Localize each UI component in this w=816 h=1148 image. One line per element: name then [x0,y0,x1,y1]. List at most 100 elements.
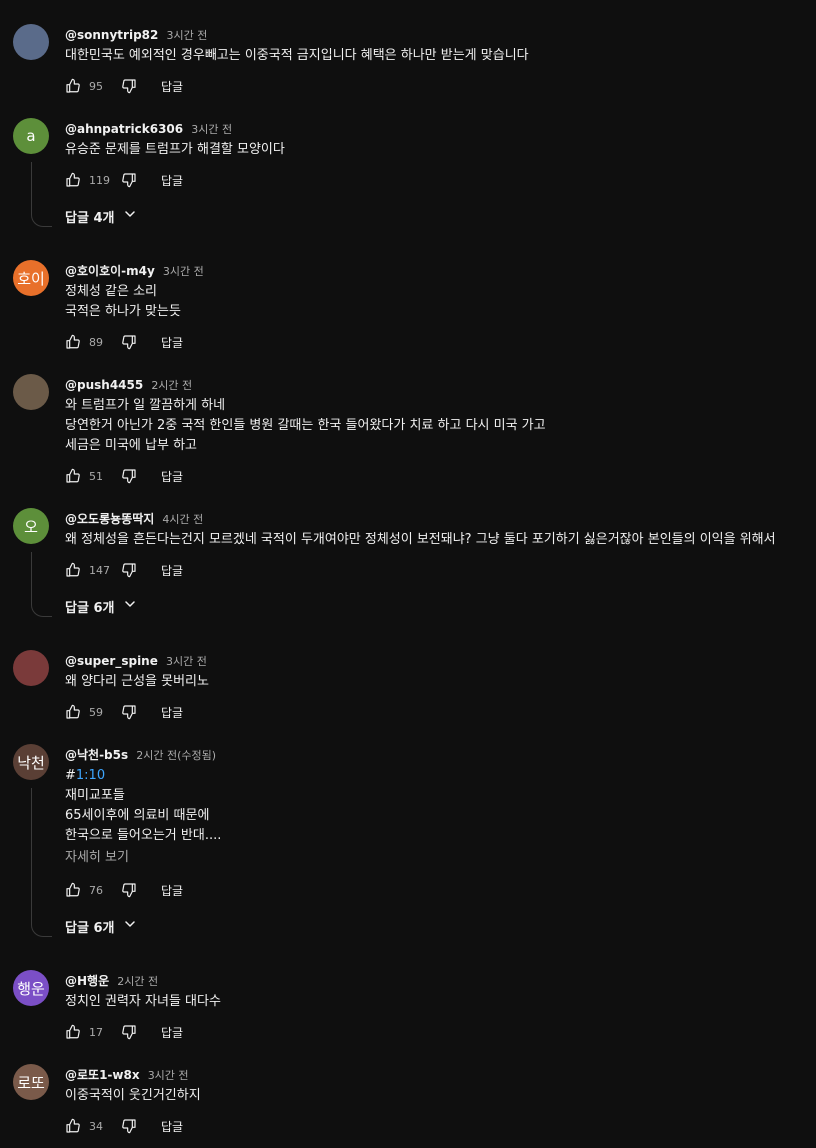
comment-text: 정체성 같은 소리 국적은 하나가 맞는듯 [65,282,181,322]
comment-time[interactable]: 4시간 전 [162,513,203,526]
like-icon[interactable] [65,704,81,720]
comment-text: 정치인 권력자 자녀들 대다수 [65,992,221,1012]
comment-text: #1:10 재미교포들 65세이후에 의료비 때문에 한국으로 들어오는거 반대...… [65,766,221,868]
avatar[interactable] [13,24,49,60]
like-count: 51 [89,469,103,483]
timestamp-link[interactable]: 1:10 [76,768,105,783]
comment-author[interactable]: @H행운 [65,974,109,988]
like-icon[interactable] [65,78,81,94]
comment-line: 정치인 권력자 자녀들 대다수 [65,994,221,1009]
comment-time[interactable]: 2시간 전 [117,975,158,988]
comment-header: @낙천-b5s 2시간 전(수정됨) [65,744,216,763]
comment-author[interactable]: @오도롱뇽똥딱지 [65,512,154,526]
comment-time[interactable]: 3시간 전 [166,29,207,42]
show-more-link[interactable]: 자세히 보기 [65,848,221,868]
comment-line: 재미교포들 [65,788,125,803]
dislike-icon[interactable] [121,882,137,898]
reply-button[interactable]: 답글 [161,468,183,485]
dislike-icon[interactable] [121,562,137,578]
comment-author[interactable]: @super_spine [65,654,158,668]
comment-actions: 119 답글 [65,170,183,190]
dislike-icon[interactable] [121,704,137,720]
comment-author[interactable]: @ahnpatrick6306 [65,122,183,136]
comment-header: @오도롱뇽똥딱지 4시간 전 [65,508,203,527]
avatar[interactable]: 호이 [13,260,49,296]
like-count: 17 [89,1025,103,1039]
comment-line: 왜 정체성을 흔든다는건지 모르겠네 국적이 두개여야만 정체성이 보전돼냐? … [65,532,776,547]
comment-time[interactable]: 3시간 전 [191,123,232,136]
like-icon[interactable] [65,1024,81,1040]
like-icon[interactable] [65,172,81,188]
like-icon[interactable] [65,468,81,484]
view-replies-button[interactable]: 답글 6개 [65,596,138,616]
dislike-icon[interactable] [121,1024,137,1040]
comment-text: 왜 정체성을 흔든다는건지 모르겠네 국적이 두개여야만 정체성이 보전돼냐? … [65,530,776,550]
comment-text: 대한민국도 예외적인 경우빼고는 이중국적 금지입니다 혜택은 하나만 받는게 … [65,46,529,66]
dislike-icon[interactable] [121,78,137,94]
like-count: 95 [89,79,103,93]
reply-button[interactable]: 답글 [161,1118,183,1135]
reply-button[interactable]: 답글 [161,172,183,189]
thread-line [31,162,52,227]
dislike-icon[interactable] [121,334,137,350]
chevron-down-icon [114,596,138,616]
dislike-icon[interactable] [121,1118,137,1134]
avatar[interactable] [13,374,49,410]
avatar[interactable]: 오 [13,508,49,544]
like-icon[interactable] [65,562,81,578]
comment-text: 왜 양다리 근성을 못버리노 [65,672,209,692]
view-replies-button[interactable]: 답글 6개 [65,916,138,936]
view-replies-button[interactable]: 답글 4개 [65,206,138,226]
like-icon[interactable] [65,334,81,350]
comment-time[interactable]: 2시간 전 [151,379,192,392]
comment-line: 정체성 같은 소리 [65,284,157,299]
thread-line [31,788,52,937]
comment-time[interactable]: 3시간 전 [148,1069,189,1082]
like-icon[interactable] [65,1118,81,1134]
comment-time[interactable]: 2시간 전(수정됨) [136,749,216,762]
like-icon[interactable] [65,882,81,898]
comment-header: @로또1-w8x 3시간 전 [65,1064,189,1083]
dislike-icon[interactable] [121,172,137,188]
reply-button[interactable]: 답글 [161,78,183,95]
comment-author[interactable]: @낙천-b5s [65,748,128,762]
dislike-icon[interactable] [121,468,137,484]
reply-button[interactable]: 답글 [161,882,183,899]
comment-time[interactable]: 3시간 전 [163,265,204,278]
comment-actions: 95 답글 [65,76,183,96]
avatar[interactable]: a [13,118,49,154]
like-count: 59 [89,705,103,719]
avatar[interactable]: 로또 [13,1064,49,1100]
comment-line: 왜 양다리 근성을 못버리노 [65,674,209,689]
comment-header: @sonnytrip82 3시간 전 [65,24,207,43]
comment-line: 유승준 문제를 트럼프가 해결할 모양이다 [65,142,285,157]
comment-timestamp-line: #1:10 [65,768,106,783]
avatar[interactable]: 행운 [13,970,49,1006]
comment-line: 이중국적이 웃긴거긴하지 [65,1088,201,1103]
comment-line: 와 트럼프가 일 깔끔하게 하네 [65,398,226,413]
comment-actions: 59 답글 [65,702,183,722]
comment-header: @super_spine 3시간 전 [65,650,207,669]
like-count: 34 [89,1119,103,1133]
like-count: 147 [89,563,110,577]
avatar[interactable]: 낙천 [13,744,49,780]
comment-actions: 34 답글 [65,1116,183,1136]
comment-author[interactable]: @로또1-w8x [65,1068,140,1082]
replies-count-label: 답글 6개 [65,920,115,936]
comment-actions: 17 답글 [65,1022,183,1042]
reply-button[interactable]: 답글 [161,1024,183,1041]
comment-header: @H행운 2시간 전 [65,970,158,989]
reply-button[interactable]: 답글 [161,334,183,351]
reply-button[interactable]: 답글 [161,562,183,579]
comment-author[interactable]: @호이호이-m4y [65,264,155,278]
comment-author[interactable]: @sonnytrip82 [65,28,158,42]
comment-text: 와 트럼프가 일 깔끔하게 하네당연한거 아닌가 2중 국적 한인들 병원 갈때… [65,396,546,456]
comment-text: 유승준 문제를 트럼프가 해결할 모양이다 [65,140,285,160]
comment-time[interactable]: 3시간 전 [166,655,207,668]
reply-button[interactable]: 답글 [161,704,183,721]
avatar[interactable] [13,650,49,686]
comment-author[interactable]: @push4455 [65,378,143,392]
comment-header: @호이호이-m4y 3시간 전 [65,260,204,279]
comment-line: 당연한거 아닌가 2중 국적 한인들 병원 갈때는 한국 들어왔다가 치료 하고… [65,418,546,433]
comment-line: 세금은 미국에 납부 하고 [65,438,197,453]
